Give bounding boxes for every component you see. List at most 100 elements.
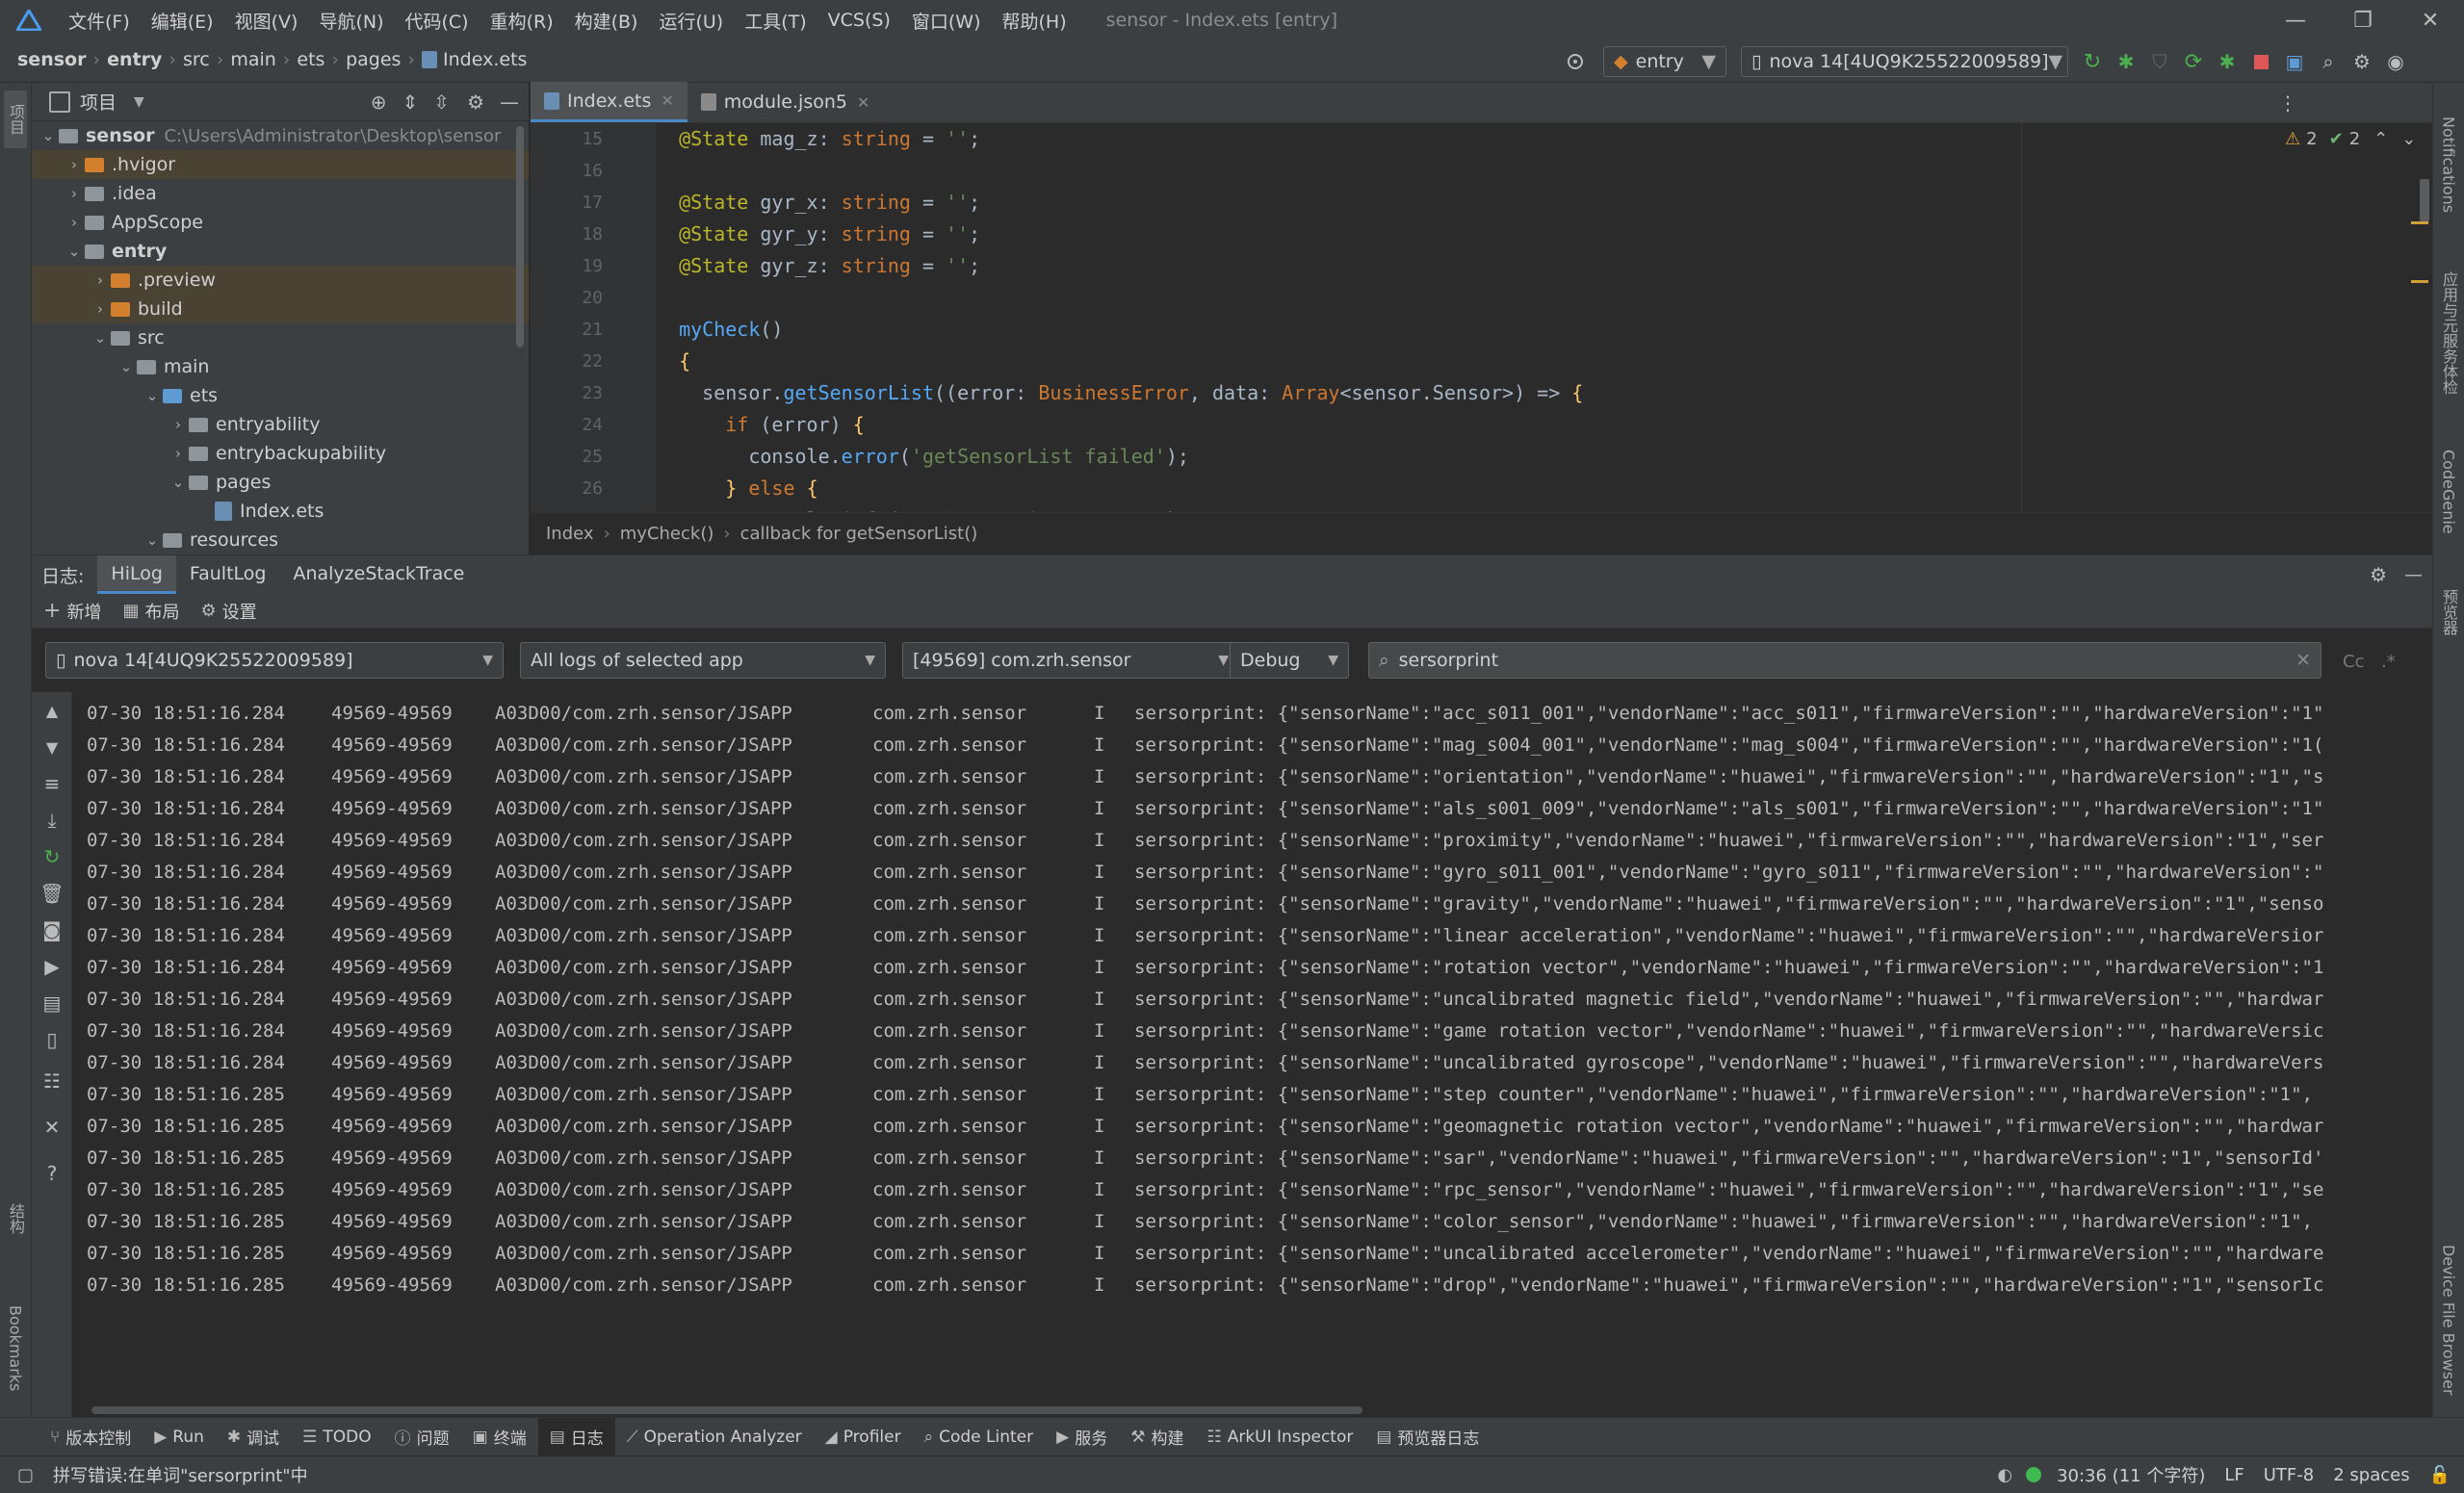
bottom-tool-button[interactable]: ◢ Profiler bbox=[814, 1418, 913, 1456]
log-line[interactable]: 07-30 18:51:16.284 49569-49569 A03D00/com.… bbox=[87, 984, 2417, 1016]
breadcrumb-item[interactable]: src bbox=[183, 49, 210, 70]
soft-wrap-icon[interactable]: ≡ bbox=[32, 765, 72, 802]
breadcrumb-item[interactable]: entry bbox=[107, 49, 162, 70]
indent-setting[interactable]: 2 spaces bbox=[2333, 1465, 2409, 1485]
filter-settings-icon[interactable]: ☷ bbox=[32, 1058, 72, 1104]
chevron-down-icon[interactable]: ⌄ bbox=[168, 474, 189, 491]
log-line[interactable]: 07-30 18:51:16.285 49569-49569 A03D00/com.… bbox=[87, 1174, 2417, 1206]
restart-icon[interactable]: ↻ bbox=[32, 838, 72, 875]
menu-item[interactable]: 导航(N) bbox=[308, 8, 394, 34]
file-encoding[interactable]: UTF-8 bbox=[2264, 1465, 2314, 1485]
settings-button[interactable]: 设置 bbox=[222, 599, 257, 624]
bottom-tool-button[interactable]: ✱ 调试 bbox=[216, 1418, 291, 1456]
editor-scrollbar[interactable] bbox=[2420, 179, 2429, 221]
lock-icon[interactable]: 🔓 bbox=[2429, 1465, 2451, 1485]
cloud-check-tool-button[interactable]: 应用与元服务体检 bbox=[2437, 256, 2460, 410]
breadcrumb-item[interactable]: ets bbox=[297, 49, 324, 70]
log-line[interactable]: 07-30 18:51:16.285 49569-49569 A03D00/com.… bbox=[87, 1111, 2417, 1143]
chevron-right-icon[interactable]: › bbox=[168, 445, 189, 462]
camera-icon[interactable]: ◙ bbox=[32, 912, 72, 948]
project-tool-button[interactable]: 项目 bbox=[4, 90, 27, 148]
gear-icon[interactable]: ⚙ bbox=[2349, 50, 2374, 73]
log-level-select[interactable]: Debug ▼ bbox=[1230, 642, 1349, 679]
caret-position[interactable]: 30:36 (11 个字符) bbox=[2057, 1462, 2205, 1487]
log-line[interactable]: 07-30 18:51:16.284 49569-49569 A03D00/com.… bbox=[87, 857, 2417, 888]
menu-item[interactable]: 工具(T) bbox=[734, 8, 817, 34]
tree-item[interactable]: ⌄ ets bbox=[32, 381, 529, 410]
profile-icon[interactable]: ✱ bbox=[2215, 50, 2240, 73]
log-device-select[interactable]: ▯ nova 14[4UQ9K25522009589] ▼ bbox=[45, 642, 504, 679]
tree-item[interactable]: › build bbox=[32, 295, 529, 323]
breadcrumb-item[interactable]: sensor bbox=[17, 49, 86, 70]
chevron-down-icon[interactable]: ⌄ bbox=[142, 531, 163, 549]
chevron-down-icon[interactable]: ⌄ bbox=[116, 358, 137, 375]
chevron-down-icon[interactable]: ⌄ bbox=[142, 387, 163, 404]
scroll-up-icon[interactable]: ▲ bbox=[32, 692, 72, 729]
bottom-tool-button[interactable]: ⟋ Operation Analyzer bbox=[615, 1418, 814, 1456]
menu-item[interactable]: 重构(R) bbox=[480, 8, 564, 34]
chevron-down-icon[interactable]: ⌄ bbox=[2401, 129, 2416, 149]
tree-item[interactable]: › .idea bbox=[32, 179, 529, 208]
log-process-select[interactable]: [49569] com.zrh.sensor ▼ bbox=[902, 642, 1239, 679]
close-window-button[interactable]: ✕ bbox=[2397, 0, 2464, 40]
tree-item[interactable]: ⌄ resources bbox=[32, 526, 529, 554]
log-line[interactable]: 07-30 18:51:16.284 49569-49569 A03D00/com.… bbox=[87, 888, 2417, 920]
account-icon[interactable]: ◉ bbox=[2383, 50, 2408, 73]
menu-item[interactable]: 运行(U) bbox=[648, 8, 734, 34]
close-icon[interactable]: ✕ bbox=[857, 93, 869, 112]
tree-item[interactable]: › entrybackupability bbox=[32, 439, 529, 468]
menu-item[interactable]: 代码(C) bbox=[394, 8, 479, 34]
warning-marker[interactable] bbox=[2411, 280, 2428, 283]
breadcrumb-item[interactable]: Index.ets bbox=[443, 49, 527, 70]
device-manager-icon[interactable]: ▣ bbox=[2282, 50, 2307, 73]
editor-tab[interactable]: Index.ets ✕ bbox=[531, 82, 687, 122]
save-icon[interactable]: ▤ bbox=[32, 985, 72, 1021]
device-select[interactable]: ▯ nova 14[4UQ9K25522009589] ▼ bbox=[1741, 46, 2068, 77]
plus-icon[interactable]: + bbox=[43, 599, 61, 623]
editor-breadcrumb-item[interactable]: Index bbox=[546, 524, 594, 544]
log-line[interactable]: 07-30 18:51:16.284 49569-49569 A03D00/com.… bbox=[87, 761, 2417, 793]
target-icon[interactable] bbox=[1562, 48, 1589, 75]
search-icon[interactable]: ⌕ bbox=[2316, 50, 2341, 73]
tree-item[interactable]: ⌄ src bbox=[32, 323, 529, 352]
structure-tool-button[interactable]: 结构 bbox=[4, 1190, 27, 1248]
bottom-tool-button[interactable]: ⚒ 构建 bbox=[1119, 1418, 1195, 1456]
bottom-tool-button[interactable]: ☰ TODO bbox=[291, 1418, 383, 1456]
log-line[interactable]: 07-30 18:51:16.284 49569-49569 A03D00/com.… bbox=[87, 698, 2417, 730]
expand-all-icon[interactable]: ⇕ bbox=[402, 90, 419, 114]
tree-item[interactable]: ⌄ entry bbox=[32, 237, 529, 266]
bottom-tool-button[interactable]: ⓘ 问题 bbox=[383, 1418, 461, 1456]
chevron-right-icon[interactable]: › bbox=[64, 214, 85, 231]
log-line[interactable]: 07-30 18:51:16.285 49569-49569 A03D00/com.… bbox=[87, 1143, 2417, 1174]
match-case-toggle[interactable]: Cc bbox=[2343, 652, 2364, 672]
gear-icon[interactable]: ⚙ bbox=[200, 601, 216, 621]
scroll-to-end-icon[interactable]: ⤓ bbox=[32, 802, 72, 838]
log-line[interactable]: 07-30 18:51:16.284 49569-49569 A03D00/com.… bbox=[87, 1047, 2417, 1079]
chevron-right-icon[interactable]: › bbox=[64, 156, 85, 173]
close-icon[interactable]: ✕ bbox=[661, 91, 673, 110]
chevron-right-icon[interactable]: › bbox=[90, 300, 111, 318]
stop-icon[interactable] bbox=[2248, 54, 2273, 69]
tree-item[interactable]: › entryability bbox=[32, 410, 529, 439]
clear-icon[interactable]: ✕ bbox=[2295, 650, 2311, 671]
hide-icon[interactable]: — bbox=[2404, 564, 2423, 585]
previewer-tool-button[interactable]: 预览器 bbox=[2437, 574, 2460, 651]
tree-item[interactable]: ⌄ pages bbox=[32, 468, 529, 497]
log-tab[interactable]: HiLog bbox=[97, 555, 176, 594]
bottom-tool-button[interactable]: ▶ Run bbox=[143, 1418, 216, 1456]
help-icon[interactable]: ? bbox=[32, 1150, 72, 1197]
hide-icon[interactable]: — bbox=[500, 90, 519, 114]
log-line[interactable]: 07-30 18:51:16.285 49569-49569 A03D00/com.… bbox=[87, 1079, 2417, 1111]
breadcrumb-item[interactable]: main bbox=[230, 49, 275, 70]
log-line[interactable]: 07-30 18:51:16.285 49569-49569 A03D00/com.… bbox=[87, 1206, 2417, 1238]
menu-item[interactable]: 窗口(W) bbox=[901, 8, 992, 34]
tree-item[interactable]: ⌄ sensor C:\Users\Administrator\Desktop\se… bbox=[32, 121, 529, 150]
log-line[interactable]: 07-30 18:51:16.285 49569-49569 A03D00/com.… bbox=[87, 1270, 2417, 1295]
tree-item[interactable]: › AppScope bbox=[32, 208, 529, 237]
bottom-tool-button[interactable]: ⌕ Code Linter bbox=[913, 1418, 1046, 1456]
layout-toggle-icon[interactable]: ▢ bbox=[17, 1465, 34, 1485]
menu-item[interactable]: VCS(S) bbox=[817, 10, 901, 31]
log-line[interactable]: 07-30 18:51:16.284 49569-49569 A03D00/com.… bbox=[87, 920, 2417, 952]
rerun-icon[interactable]: ↻ bbox=[2080, 50, 2105, 74]
trash-icon[interactable]: 🗑 bbox=[32, 875, 72, 912]
